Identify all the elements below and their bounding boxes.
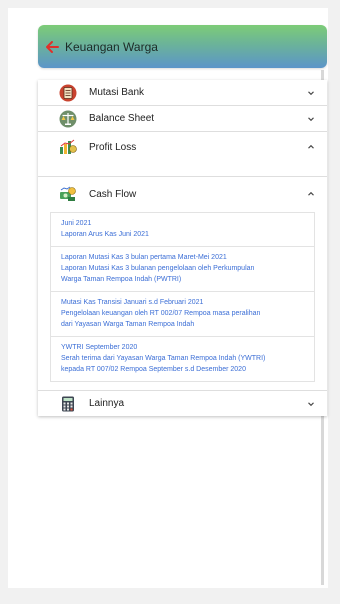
list-item[interactable]: YWTRI September 2020 Serah terima dari Y… xyxy=(51,337,314,381)
chevron-down-icon[interactable] xyxy=(307,400,315,408)
ledger-book-icon xyxy=(59,84,77,101)
entry-description[interactable]: dari Yayasan Warga Taman Rempoa Indah xyxy=(61,319,304,330)
menu-item-mutasi-bank[interactable]: Mutasi Bank xyxy=(38,80,327,106)
entry-description[interactable]: kepada RT 007/02 Rempoa September s.d De… xyxy=(61,364,304,375)
app-header: Keuangan Warga xyxy=(38,25,327,68)
entry-description[interactable]: Pengelolaan keuangan oleh RT 002/07 Remp… xyxy=(61,308,304,319)
menu-item-cash-flow[interactable]: Cash Flow xyxy=(38,179,327,209)
entry-title[interactable]: Laporan Mutasi Kas 3 bulan pertama Maret… xyxy=(61,252,304,263)
entry-title[interactable]: YWTRI September 2020 xyxy=(61,342,304,353)
entry-description[interactable]: Laporan Arus Kas Juni 2021 xyxy=(61,229,304,240)
page-title: Keuangan Warga xyxy=(65,39,158,54)
finance-menu: Mutasi Bank Balance Sheet Profit Loss Ca… xyxy=(38,80,327,416)
entry-description[interactable]: Laporan Mutasi Kas 3 bulanan pengelolaan… xyxy=(61,263,304,274)
menu-item-label: Profit Loss xyxy=(89,141,137,153)
chevron-up-icon[interactable] xyxy=(307,143,315,151)
list-item[interactable]: Laporan Mutasi Kas 3 bulan pertama Maret… xyxy=(51,247,314,292)
chevron-down-icon[interactable] xyxy=(307,115,315,123)
menu-item-lainnya[interactable]: Lainnya xyxy=(38,391,327,416)
menu-item-label: Balance Sheet xyxy=(89,113,155,124)
balance-scale-icon xyxy=(59,110,77,127)
entry-description[interactable]: Serah terima dari Yayasan Warga Taman Re… xyxy=(61,353,304,364)
profit-loss-panel xyxy=(38,162,327,177)
list-item[interactable]: Juni 2021 Laporan Arus Kas Juni 2021 xyxy=(51,213,314,247)
chevron-down-icon[interactable] xyxy=(307,89,315,97)
menu-item-label: Lainnya xyxy=(89,398,125,409)
menu-item-label: Mutasi Bank xyxy=(89,87,145,98)
calculator-icon xyxy=(62,396,74,411)
entry-title[interactable]: Mutasi Kas Transisi Januari s.d Februari… xyxy=(61,297,304,308)
menu-item-label: Cash Flow xyxy=(89,188,137,200)
menu-item-balance-sheet[interactable]: Balance Sheet xyxy=(38,106,327,132)
entry-title[interactable]: Juni 2021 xyxy=(61,218,304,229)
entry-description[interactable]: Warga Taman Rempoa Indah (PWTRI) xyxy=(61,274,304,285)
money-flow-icon xyxy=(60,186,76,201)
cash-flow-list: Juni 2021 Laporan Arus Kas Juni 2021 Lap… xyxy=(50,212,315,382)
chevron-up-icon[interactable] xyxy=(307,190,315,198)
list-item[interactable]: Mutasi Kas Transisi Januari s.d Februari… xyxy=(51,292,314,337)
menu-item-profit-loss[interactable]: Profit Loss xyxy=(38,132,327,162)
money-chart-icon xyxy=(60,139,77,154)
arrow-left-icon[interactable] xyxy=(45,40,59,54)
